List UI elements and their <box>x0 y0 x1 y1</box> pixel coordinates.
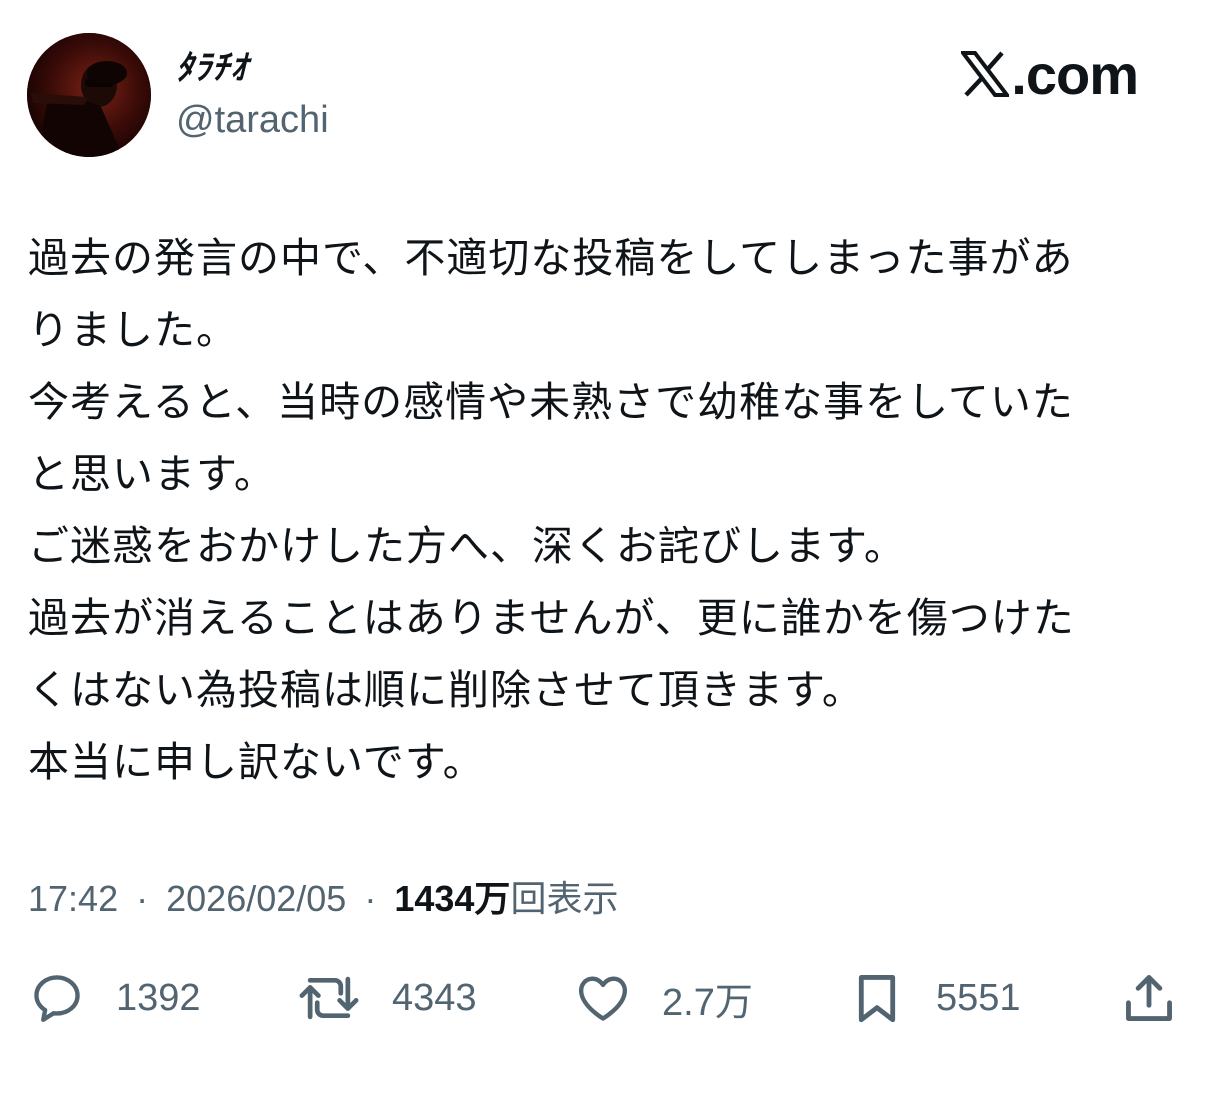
tweet-text-line: と思います。 <box>28 450 276 498</box>
x-logo-icon <box>961 51 1010 97</box>
tweet-text: 過去の発言の中で、不適切な投稿をしてしまった事があ りました。 今考えると、当時… <box>28 222 1178 798</box>
tweet-date[interactable]: 2026/02/05 <box>166 878 346 919</box>
tweet-text-line: 過去が消えることはありませんが、更に誰かを傷つけた <box>28 594 1075 642</box>
tweet-text-line: 過去の発言の中で、不適切な投稿をしてしまった事があ <box>28 234 1074 282</box>
author-handle[interactable]: @tarachi <box>176 98 329 142</box>
avatar[interactable] <box>27 33 151 157</box>
reply-button[interactable]: 1392 <box>28 962 201 1034</box>
repost-icon <box>299 976 359 1020</box>
tweet-time[interactable]: 17:42 <box>28 878 118 919</box>
share-button[interactable] <box>1120 962 1178 1034</box>
bookmark-icon <box>858 975 896 1023</box>
avatar-image <box>27 33 151 157</box>
tweet-header: ﾀﾗﾁｵ @tarachi .com <box>0 0 1206 180</box>
x-brand-logo: .com <box>961 42 1139 106</box>
repost-count: 4343 <box>392 976 477 1019</box>
author-display-name[interactable]: ﾀﾗﾁｵ <box>176 48 248 88</box>
tweet-text-line: 今考えると、当時の感情や未熟さで幼稚な事をしていた <box>28 378 1074 426</box>
reply-icon <box>34 975 80 1022</box>
share-icon <box>1126 975 1172 1021</box>
tweet-text-line: くはない為投稿は順に削除させて頂きます。 <box>28 666 864 714</box>
like-button[interactable]: 2.7万 <box>574 962 753 1034</box>
bookmark-count: 5551 <box>936 976 1021 1019</box>
tweet-meta: 17:42 · 2026/02/05 · 1434万回表示 <box>28 875 618 923</box>
repost-button[interactable]: 4343 <box>296 962 477 1034</box>
tweet-text-line: 本当に申し訳ないです。 <box>28 738 485 786</box>
like-count: 2.7万 <box>662 981 753 1024</box>
meta-separator: · <box>136 878 149 919</box>
reply-count: 1392 <box>116 976 201 1019</box>
meta-separator: · <box>364 878 377 919</box>
bookmark-button[interactable]: 5551 <box>848 962 1021 1034</box>
brand-domain-text: .com <box>1011 42 1139 106</box>
tweet-text-line: ご迷惑をおかけした方へ、深くお詫びします。 <box>28 522 906 570</box>
views-label: 回表示 <box>510 878 619 919</box>
tweet-text-line: りました。 <box>28 306 238 354</box>
tweet-actions: 1392 4343 2.7万 5551 <box>0 962 1206 1034</box>
heart-icon <box>579 976 627 1021</box>
views-count: 1434万 <box>394 878 511 919</box>
